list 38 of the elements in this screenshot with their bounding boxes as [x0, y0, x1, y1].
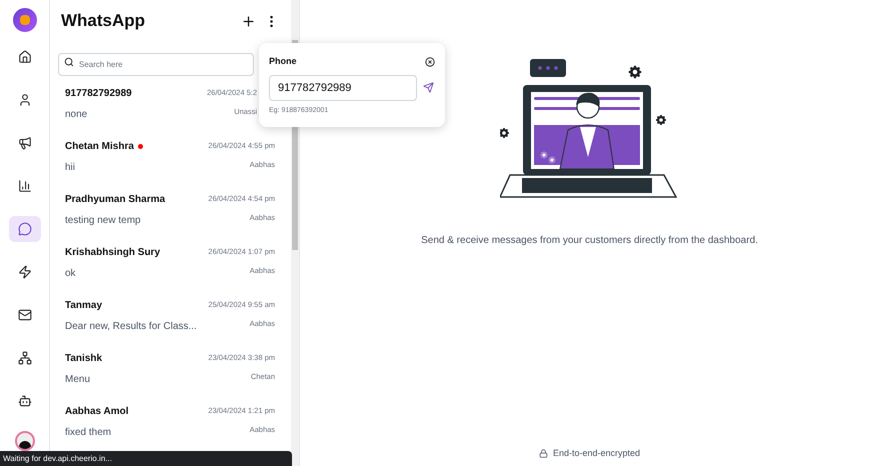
user-icon	[18, 93, 32, 107]
logo-icon[interactable]	[12, 8, 36, 32]
contact-name: Pradhyuman Sharma	[65, 193, 166, 207]
contact-name: Aabhas Amol	[65, 405, 129, 419]
close-icon[interactable]	[425, 56, 435, 67]
status-bar: Waiting for dev.api.cheerio.in...	[0, 451, 292, 466]
nav-item[interactable]	[8, 216, 40, 242]
search-icon	[64, 57, 74, 67]
mail-icon	[18, 308, 32, 322]
message-preview: Menu	[65, 373, 92, 387]
phone-input[interactable]: 917782792989	[269, 74, 417, 100]
lock-icon	[538, 448, 548, 458]
message-preview: hii	[65, 161, 76, 175]
chat-icon	[18, 222, 32, 236]
bar-chart-icon	[18, 179, 32, 193]
phone-label: Phone	[269, 55, 297, 68]
contact-name: Tanmay	[65, 299, 102, 313]
home-icon	[18, 50, 32, 64]
add-icon[interactable]	[241, 14, 256, 28]
network-icon	[18, 351, 32, 365]
message-preview: fixed them	[65, 426, 112, 440]
lightning-icon	[18, 265, 32, 279]
encryption-note: End-to-end-encrypted	[552, 446, 640, 460]
avatar-icon[interactable]	[14, 431, 34, 451]
search-field[interactable]: Search here	[58, 53, 254, 76]
message-preview: Dear new, Results for Class...	[65, 320, 197, 334]
megaphone-icon	[18, 136, 32, 150]
empty-state-message: Send & receive messages from your customers directly from the dashboard.	[421, 234, 758, 248]
robot-icon	[18, 394, 32, 408]
send-icon[interactable]	[423, 82, 434, 93]
message-preview: ok	[65, 267, 77, 281]
message-preview: testing new temp	[65, 214, 142, 228]
contact-name: 917782792989	[65, 87, 132, 101]
panel-title: WhatsApp	[61, 10, 146, 32]
contact-name: Krishabhsingh Sury	[65, 246, 160, 260]
message-preview: none	[65, 108, 88, 122]
contact-name: Tanishk	[65, 352, 102, 366]
contact-name: Chetan Mishra	[65, 140, 134, 154]
